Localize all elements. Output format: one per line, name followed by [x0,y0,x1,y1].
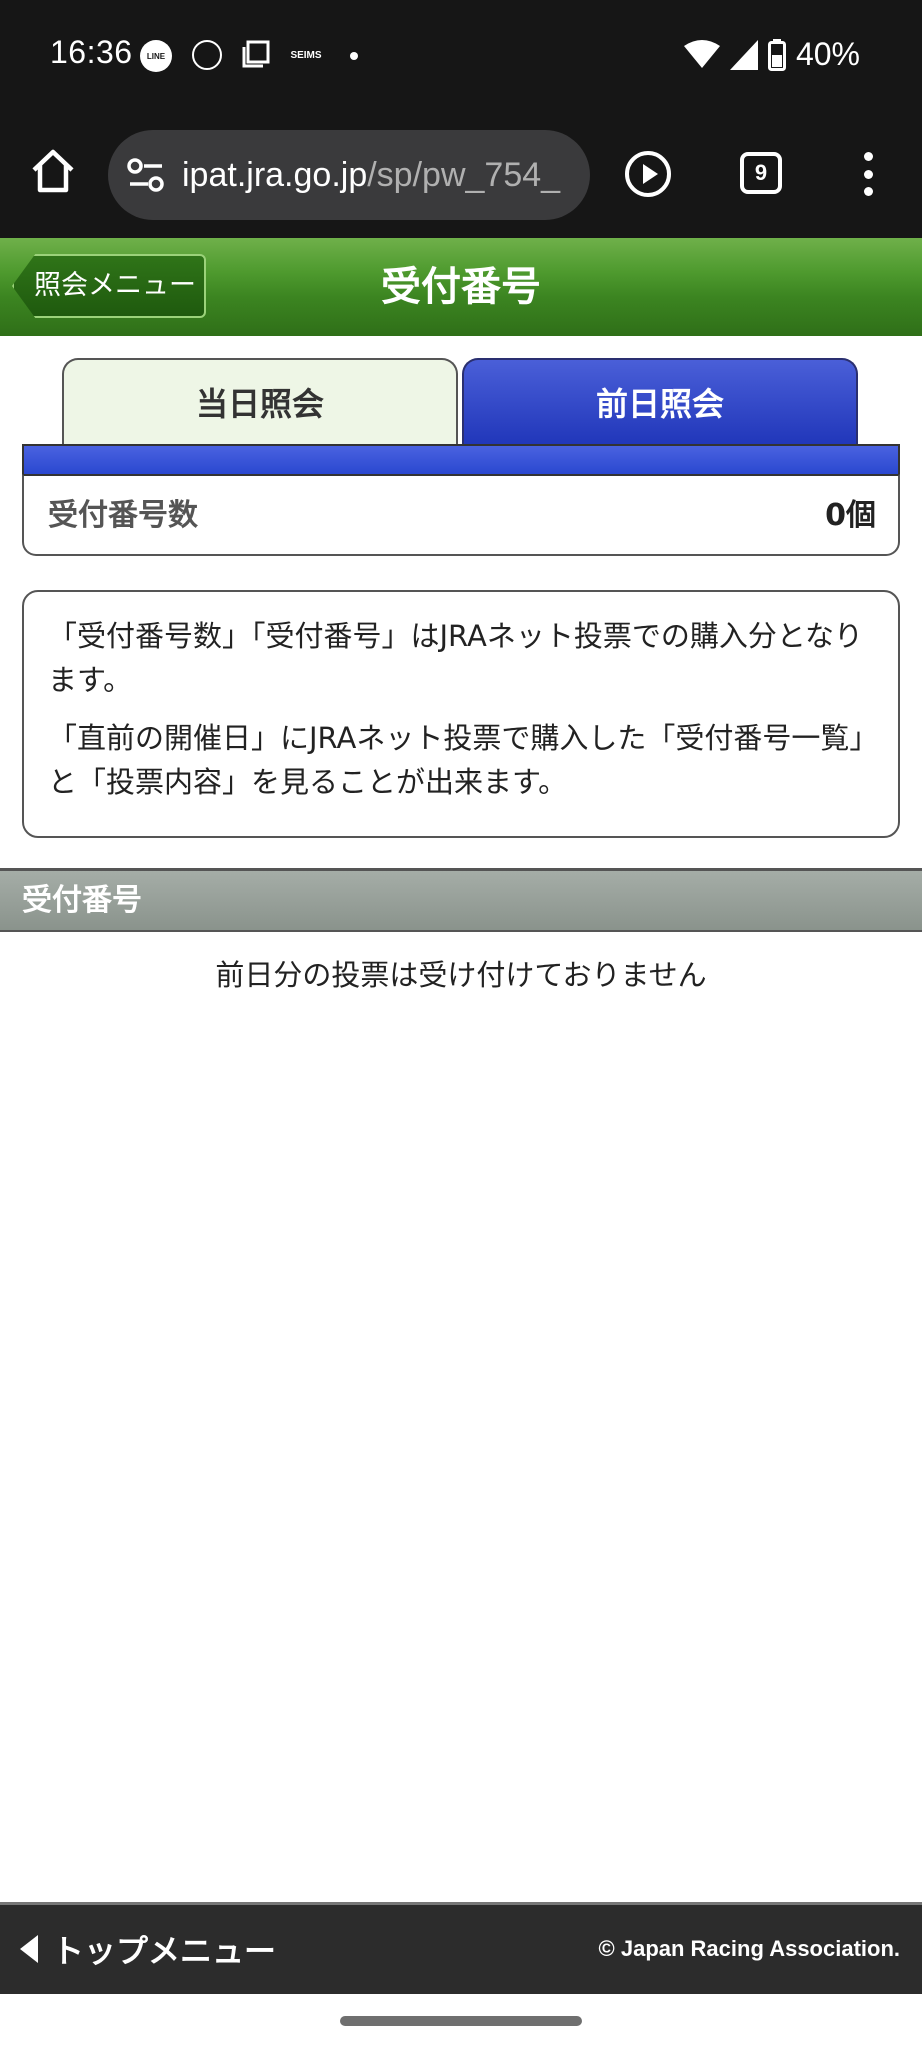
tab-switcher-button[interactable]: 9 [740,152,782,194]
info-paragraph-1: 「受付番号数」「受付番号」はJRAネット投票での購入分となります。 [48,619,863,697]
basketball-notification-icon [192,40,222,70]
copyright-text: © Japan Racing Association. [598,1936,900,1961]
url-text: ipat.jra.go.jp/sp/pw_754_ [182,156,582,195]
seims-notification-icon: SEIMS [290,49,322,61]
section-title: 受付番号 [22,883,142,918]
more-notifications-icon [350,52,358,60]
status-right-cluster: 40% [683,36,860,73]
screenshot-notification-icon [242,40,270,68]
tab-underline-strip [22,444,900,474]
play-icon[interactable] [624,150,672,198]
site-settings-icon[interactable] [126,155,166,195]
receipt-count-label: 受付番号数 [48,498,198,533]
url-path: /sp/pw_754_ [367,155,561,194]
status-time: 16:36 [50,34,133,70]
battery-icon [767,38,786,71]
battery-percent: 40% [795,36,860,72]
page-footer: トップメニュー © Japan Racing Association. [0,1902,922,1994]
page-title: 受付番号 [381,264,541,310]
empty-state-message: 前日分の投票は受け付けておりません [215,958,707,992]
url-host: ipat.jra.go.jp [182,155,368,194]
tab-today-inquiry[interactable]: 当日照会 [62,358,458,446]
gesture-navigation-bar[interactable] [340,2016,582,2026]
info-paragraph-2: 「直前の開催日」にJRAネット投票で購入した「受付番号一覧」と「投票内容」を見る… [48,721,864,799]
top-menu-label: トップメニュー [52,1932,277,1970]
browser-toolbar: ipat.jra.go.jp/sp/pw_754_ 9 [0,112,922,238]
receipt-number-section-header: 受付番号 [0,868,922,932]
tab-previous-day-inquiry[interactable]: 前日照会 [462,358,858,450]
line-notification-icon: LINE [140,40,172,72]
receipt-count-value: 0個 [825,498,876,533]
page-header: 照会メニュー 受付番号 [0,238,922,336]
overflow-menu-icon[interactable] [862,152,874,196]
top-menu-link[interactable]: トップメニュー [20,1905,276,1993]
receipt-count-box: 受付番号数 0個 [22,474,900,556]
address-bar[interactable]: ipat.jra.go.jp/sp/pw_754_ [108,130,590,220]
home-icon[interactable] [28,146,78,196]
status-bar: 16:36 LINE SEIMS 40% [0,0,922,112]
signal-icon [729,39,758,70]
back-triangle-icon [20,1935,38,1963]
info-notice-box: 「受付番号数」「受付番号」はJRAネット投票での購入分となります。 「直前の開催… [22,590,900,838]
wifi-icon [683,39,720,68]
